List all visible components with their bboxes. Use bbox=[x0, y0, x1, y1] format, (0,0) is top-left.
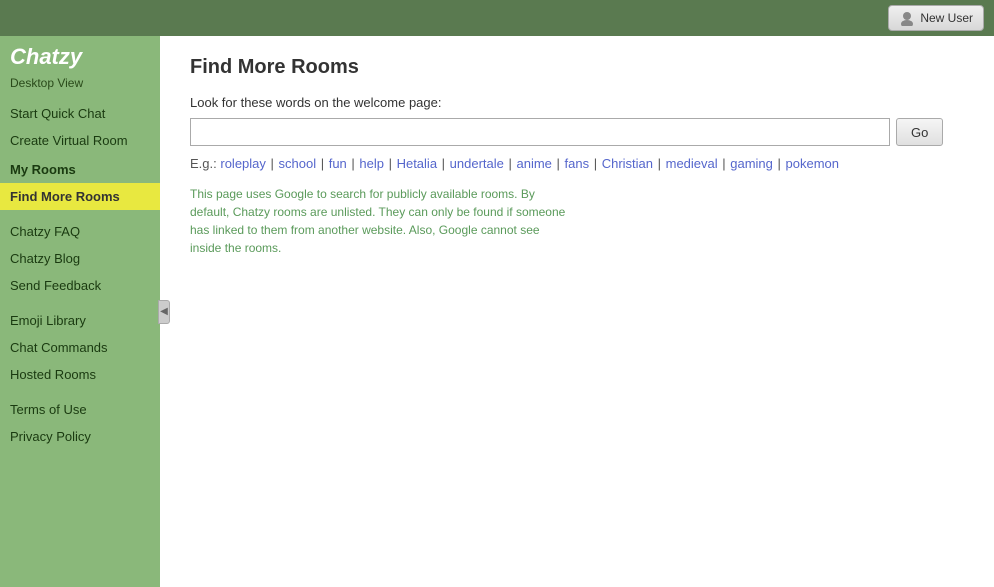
pipe-separator: | bbox=[505, 156, 516, 171]
sidebar-item-emoji-library[interactable]: Emoji Library bbox=[0, 307, 160, 334]
pipe-separator: | bbox=[385, 156, 396, 171]
search-row: Go bbox=[190, 118, 964, 146]
sidebar: Chatzy Desktop View Start Quick Chat Cre… bbox=[0, 36, 160, 587]
examples-links: roleplay | school | fun | help | Hetalia… bbox=[220, 156, 839, 171]
sidebar-divider-2 bbox=[0, 299, 160, 307]
example-link-christian[interactable]: Christian bbox=[602, 156, 653, 171]
pipe-separator: | bbox=[654, 156, 665, 171]
examples-prefix: E.g.: bbox=[190, 156, 217, 171]
new-user-button[interactable]: New User bbox=[888, 5, 984, 31]
sidebar-item-privacy-policy[interactable]: Privacy Policy bbox=[0, 423, 160, 450]
sidebar-divider-3 bbox=[0, 388, 160, 396]
sidebar-item-start-quick-chat[interactable]: Start Quick Chat bbox=[0, 100, 160, 127]
example-link-roleplay[interactable]: roleplay bbox=[220, 156, 266, 171]
collapse-sidebar-button[interactable]: ◀ bbox=[158, 300, 170, 324]
layout: Chatzy Desktop View Start Quick Chat Cre… bbox=[0, 36, 994, 587]
top-bar: New User bbox=[0, 0, 994, 36]
desktop-view-label: Desktop View bbox=[0, 74, 160, 100]
sidebar-item-hosted-rooms[interactable]: Hosted Rooms bbox=[0, 361, 160, 388]
sidebar-item-chatzy-faq[interactable]: Chatzy FAQ bbox=[0, 218, 160, 245]
sidebar-item-send-feedback[interactable]: Send Feedback bbox=[0, 272, 160, 299]
example-link-undertale[interactable]: undertale bbox=[450, 156, 504, 171]
example-link-fun[interactable]: fun bbox=[329, 156, 347, 171]
sidebar-item-find-more-rooms[interactable]: Find More Rooms bbox=[0, 183, 160, 210]
user-icon bbox=[899, 10, 915, 26]
example-link-hetalia[interactable]: Hetalia bbox=[397, 156, 437, 171]
search-label: Look for these words on the welcome page… bbox=[190, 95, 964, 110]
main-content: Find More Rooms Look for these words on … bbox=[160, 36, 994, 587]
pipe-separator: | bbox=[438, 156, 449, 171]
sidebar-divider-1 bbox=[0, 210, 160, 218]
pipe-separator: | bbox=[774, 156, 785, 171]
example-link-gaming[interactable]: gaming bbox=[730, 156, 773, 171]
sidebar-item-chat-commands[interactable]: Chat Commands bbox=[0, 334, 160, 361]
sidebar-section-main: Start Quick Chat Create Virtual Room bbox=[0, 100, 160, 154]
sidebar-item-chatzy-blog[interactable]: Chatzy Blog bbox=[0, 245, 160, 272]
pipe-separator: | bbox=[719, 156, 730, 171]
logo: Chatzy bbox=[0, 36, 160, 74]
example-link-anime[interactable]: anime bbox=[516, 156, 551, 171]
pipe-separator: | bbox=[590, 156, 601, 171]
example-link-school[interactable]: school bbox=[279, 156, 317, 171]
sidebar-item-my-rooms[interactable]: My Rooms bbox=[0, 156, 160, 183]
search-input[interactable] bbox=[190, 118, 890, 146]
new-user-label: New User bbox=[920, 11, 973, 25]
pipe-separator: | bbox=[348, 156, 359, 171]
examples-row: E.g.: roleplay | school | fun | help | H… bbox=[190, 156, 964, 171]
info-text: This page uses Google to search for publ… bbox=[190, 185, 570, 257]
sidebar-item-terms-of-use[interactable]: Terms of Use bbox=[0, 396, 160, 423]
go-button[interactable]: Go bbox=[896, 118, 943, 146]
sidebar-item-create-virtual-room[interactable]: Create Virtual Room bbox=[0, 127, 160, 154]
example-link-help[interactable]: help bbox=[359, 156, 384, 171]
example-link-pokemon[interactable]: pokemon bbox=[786, 156, 839, 171]
pipe-separator: | bbox=[553, 156, 564, 171]
example-link-fans[interactable]: fans bbox=[565, 156, 590, 171]
pipe-separator: | bbox=[267, 156, 278, 171]
page-title: Find More Rooms bbox=[190, 56, 964, 79]
example-link-medieval[interactable]: medieval bbox=[666, 156, 718, 171]
pipe-separator: | bbox=[317, 156, 328, 171]
